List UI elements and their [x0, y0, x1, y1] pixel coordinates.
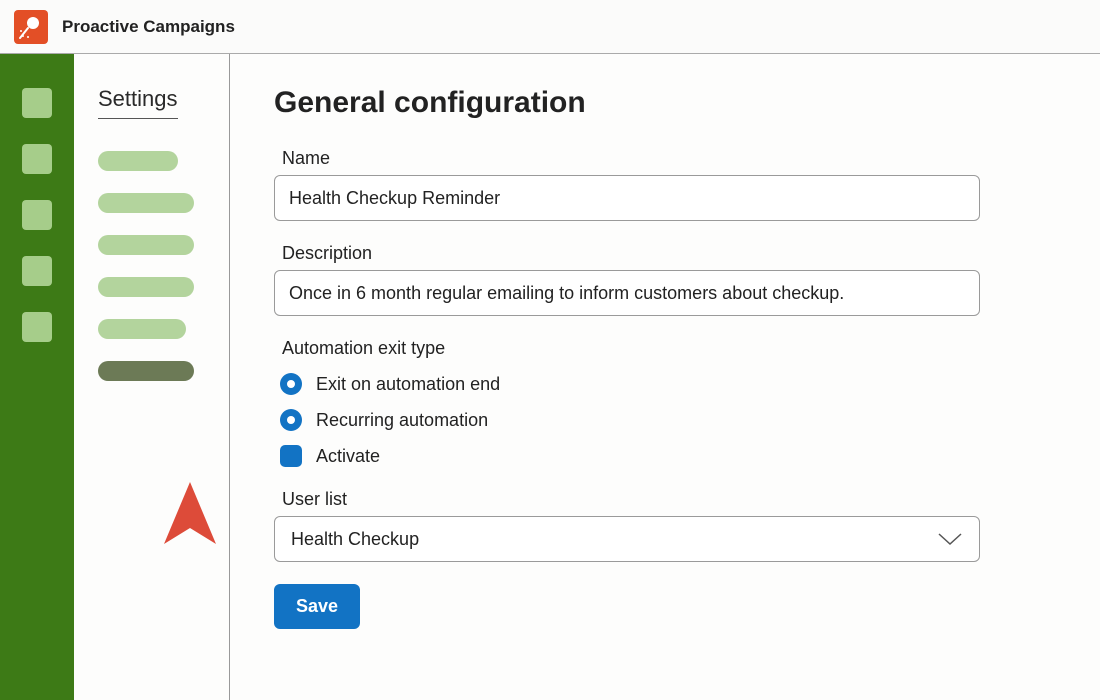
- option-exit-on-end[interactable]: Exit on automation end: [280, 373, 1056, 395]
- user-list-label: User list: [282, 489, 1056, 510]
- main-panel: General configuration Name Description A…: [230, 54, 1100, 700]
- description-input[interactable]: [274, 270, 980, 316]
- checkbox-checked-icon: [280, 445, 302, 467]
- app-title: Proactive Campaigns: [62, 17, 235, 37]
- user-list-selected-value: Health Checkup: [291, 529, 419, 550]
- radio-selected-icon: [280, 409, 302, 431]
- rail-item-2[interactable]: [22, 144, 52, 174]
- subnav-title: Settings: [98, 86, 178, 119]
- left-rail: [0, 54, 74, 700]
- rail-item-3[interactable]: [22, 200, 52, 230]
- option-recurring-label: Recurring automation: [316, 410, 488, 431]
- radio-selected-icon: [280, 373, 302, 395]
- subnav-item-3[interactable]: [98, 235, 194, 255]
- rail-item-5[interactable]: [22, 312, 52, 342]
- user-list-select[interactable]: Health Checkup: [274, 516, 980, 562]
- subnav-item-1[interactable]: [98, 151, 178, 171]
- app-logo-icon: [14, 10, 48, 44]
- name-label: Name: [282, 148, 1056, 169]
- automation-exit-type-label: Automation exit type: [282, 338, 1056, 359]
- subnav-item-active[interactable]: [98, 361, 194, 381]
- rail-item-1[interactable]: [22, 88, 52, 118]
- settings-subnav: Settings: [74, 54, 230, 700]
- subnav-item-5[interactable]: [98, 319, 186, 339]
- subnav-item-2[interactable]: [98, 193, 194, 213]
- name-input[interactable]: [274, 175, 980, 221]
- option-exit-on-end-label: Exit on automation end: [316, 374, 500, 395]
- save-button[interactable]: Save: [274, 584, 360, 629]
- top-header: Proactive Campaigns: [0, 0, 1100, 54]
- subnav-item-4[interactable]: [98, 277, 194, 297]
- description-label: Description: [282, 243, 1056, 264]
- option-activate-label: Activate: [316, 446, 380, 467]
- page-title: General configuration: [274, 86, 1056, 120]
- option-recurring[interactable]: Recurring automation: [280, 409, 1056, 431]
- option-activate[interactable]: Activate: [280, 445, 1056, 467]
- chevron-down-icon: [937, 532, 963, 546]
- rail-item-4[interactable]: [22, 256, 52, 286]
